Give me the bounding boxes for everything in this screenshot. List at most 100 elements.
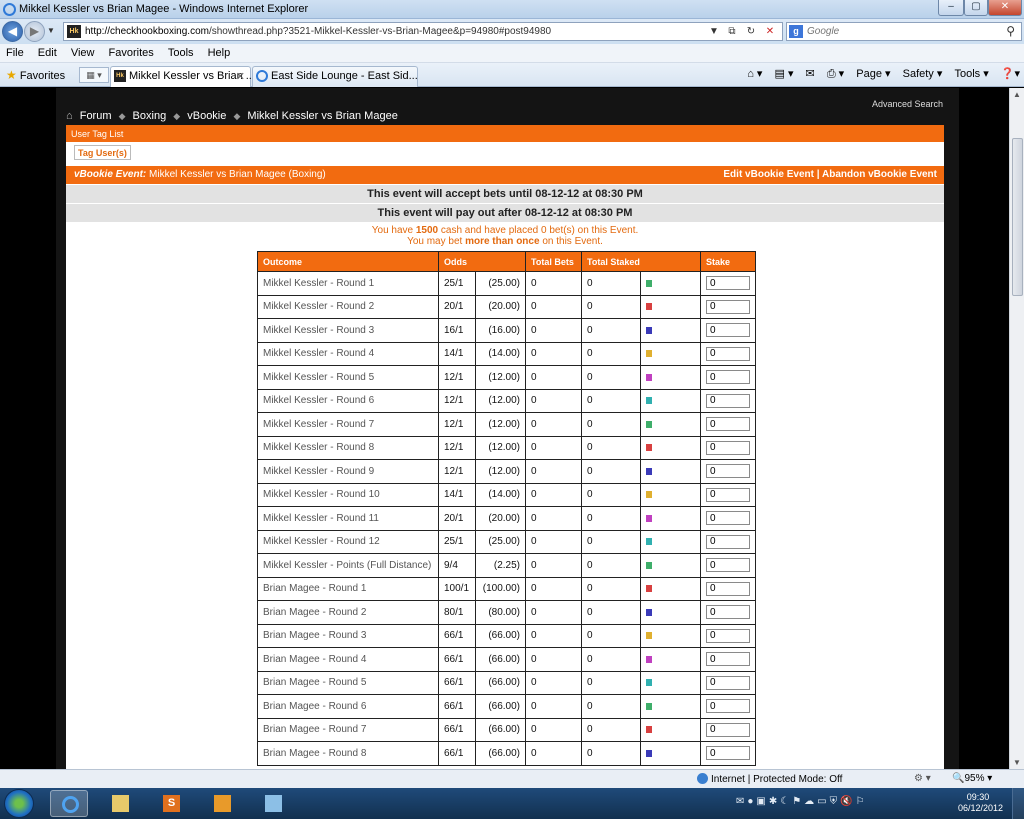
stake-cell — [700, 741, 756, 766]
feeds-icon[interactable]: ▤ ▾ — [775, 68, 794, 80]
system-clock[interactable]: 09:30 06/12/2012 — [958, 792, 1003, 814]
globe-icon — [697, 773, 708, 784]
advanced-search-link[interactable]: Advanced Search — [872, 99, 943, 109]
outlook-icon — [214, 795, 231, 812]
odds-cell: 14/1 — [437, 341, 477, 366]
taskbar-outlook[interactable] — [203, 790, 241, 817]
maximize-button[interactable]: ▢ — [964, 0, 988, 16]
stake-input[interactable] — [706, 464, 750, 479]
taskbar-explorer[interactable] — [101, 790, 139, 817]
minimize-button[interactable]: – — [938, 0, 964, 16]
breadcrumb-boxing[interactable]: Boxing — [133, 110, 167, 122]
stake-input[interactable] — [706, 417, 750, 432]
star-icon: ★ — [6, 68, 17, 82]
close-window-button[interactable]: ✕ — [988, 0, 1022, 16]
stake-input[interactable] — [706, 440, 750, 455]
zoom-level[interactable]: 🔍95% ▾ — [952, 773, 992, 784]
taskbar-lync[interactable] — [254, 790, 292, 817]
stake-input[interactable] — [706, 605, 750, 620]
stake-input[interactable] — [706, 299, 750, 314]
outcome-cell: Mikkel Kessler - Round 12 — [257, 529, 439, 554]
home-icon[interactable]: ⌂ ▾ — [747, 68, 762, 80]
menu-file[interactable]: File — [0, 44, 29, 59]
stake-input[interactable] — [706, 652, 750, 667]
breadcrumb-forum[interactable]: Forum — [80, 110, 112, 122]
vertical-scrollbar[interactable]: ▲ ▼ — [1009, 88, 1024, 769]
table-row: Mikkel Kessler - Points (Full Distance) 9… — [257, 553, 756, 578]
menu-edit[interactable]: Edit — [32, 44, 62, 59]
outcome-cell: Brian Magee - Round 3 — [257, 623, 439, 648]
compatibility-view-icon[interactable]: ⧉ — [724, 24, 740, 39]
mail-icon[interactable]: ✉ — [806, 68, 815, 80]
stake-input[interactable] — [706, 699, 750, 714]
stake-input[interactable] — [706, 558, 750, 573]
scroll-down-arrow-icon[interactable]: ▼ — [1013, 758, 1021, 767]
home-icon[interactable]: ⌂ — [66, 110, 73, 122]
stop-icon[interactable]: ✕ — [762, 24, 778, 39]
tab-kessler-magee[interactable]: Hk Mikkel Kessler vs Brian ... ✕ — [110, 66, 255, 87]
stake-input[interactable] — [706, 722, 750, 737]
tools-menu[interactable]: Tools ▾ — [954, 68, 988, 80]
stake-input[interactable] — [706, 370, 750, 385]
recent-pages-dropdown[interactable]: ▼ — [47, 26, 55, 35]
stake-input[interactable] — [706, 581, 750, 596]
forward-button[interactable]: ▶ — [24, 21, 45, 42]
taskbar-internet-explorer[interactable] — [50, 790, 88, 817]
stake-input[interactable] — [706, 675, 750, 690]
back-button[interactable]: ◀ — [2, 21, 23, 42]
stake-input[interactable] — [706, 346, 750, 361]
odds-cell: 66/1 — [437, 670, 477, 695]
tag-row: Tag User(s) — [66, 142, 944, 165]
close-tab-icon[interactable]: ✕ — [236, 70, 245, 83]
quick-tabs-button[interactable]: ▦ ▾ — [79, 67, 109, 83]
scrollbar-thumb[interactable] — [1012, 138, 1023, 296]
tab-east-side-lounge[interactable]: East Side Lounge - East Sid... — [252, 66, 418, 87]
stake-input[interactable] — [706, 628, 750, 643]
help-icon[interactable]: ❓▾ — [1001, 68, 1020, 80]
stake-input[interactable] — [706, 393, 750, 408]
stake-input[interactable] — [706, 276, 750, 291]
search-box[interactable]: g ⚲ — [786, 22, 1022, 41]
stake-input[interactable] — [706, 534, 750, 549]
stake-input[interactable] — [706, 487, 750, 502]
menu-help[interactable]: Help — [202, 44, 236, 59]
taskbar-powerpoint[interactable]: S — [152, 790, 190, 817]
safety-menu[interactable]: Safety ▾ — [903, 68, 943, 80]
address-bar[interactable]: Hk http://checkhookboxing.com/showthread… — [63, 22, 783, 41]
protected-mode-icon[interactable]: ⚙ ▾ — [914, 773, 931, 784]
search-input[interactable] — [807, 24, 987, 39]
stake-cell — [700, 647, 756, 672]
scroll-up-arrow-icon[interactable]: ▲ — [1013, 90, 1021, 99]
edit-event-link[interactable]: Edit vBookie Event — [723, 169, 814, 180]
address-dropdown-icon[interactable]: ▼ — [706, 24, 722, 39]
security-zone[interactable]: Internet | Protected Mode: Off — [697, 773, 842, 785]
menu-favorites[interactable]: Favorites — [103, 44, 159, 59]
staked-bar-cell — [639, 741, 702, 766]
outcome-cell: Brian Magee - Round 8 — [257, 741, 439, 766]
decimal-odds-cell: (20.00) — [475, 294, 526, 319]
page-menu[interactable]: Page ▾ — [856, 68, 890, 80]
cash-note: You have 1500 cash and have placed 0 bet… — [371, 225, 639, 236]
menu-tools[interactable]: Tools — [162, 44, 199, 59]
show-desktop-button[interactable] — [1012, 788, 1024, 819]
stake-input[interactable] — [706, 323, 750, 338]
total-bets-cell: 0 — [525, 435, 582, 460]
total-bets-cell: 0 — [525, 271, 582, 296]
search-icon[interactable]: ⚲ — [1006, 24, 1015, 38]
favorites-button[interactable]: ★ Favorites — [6, 68, 65, 82]
abandon-event-link[interactable]: Abandon vBookie Event — [822, 169, 937, 180]
stake-input[interactable] — [706, 511, 750, 526]
outcome-cell: Mikkel Kessler - Round 2 — [257, 294, 439, 319]
tag-users-button[interactable]: Tag User(s) — [74, 145, 131, 160]
breadcrumb-vbookie[interactable]: vBookie — [187, 110, 226, 122]
stake-input[interactable] — [706, 746, 750, 761]
print-icon[interactable]: ⎙ ▾ — [827, 68, 844, 80]
address-url[interactable]: http://checkhookboxing.com/showthread.ph… — [85, 26, 551, 37]
decimal-odds-cell: (66.00) — [475, 717, 526, 742]
staked-bar-cell — [639, 694, 702, 719]
table-row: Brian Magee - Round 7 66/1 (66.00) 0 0 — [257, 717, 756, 742]
start-button[interactable] — [4, 789, 34, 818]
refresh-icon[interactable]: ↻ — [743, 24, 759, 39]
system-tray-icons[interactable]: ✉●▣✱☾⚑☁▭⛨🔇⚐ — [736, 796, 868, 807]
menu-view[interactable]: View — [65, 44, 100, 59]
